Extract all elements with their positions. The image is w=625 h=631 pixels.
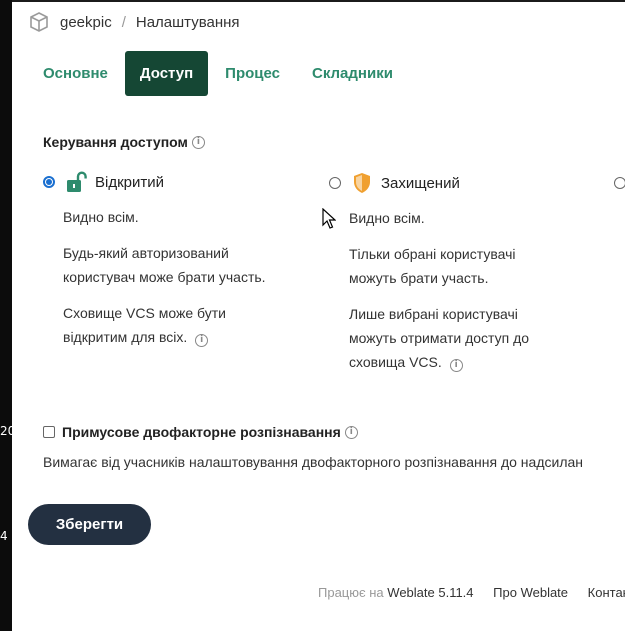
info-icon[interactable]: i bbox=[344, 425, 358, 439]
window-edge: 20 4 bbox=[0, 0, 16, 631]
twofa-label: Примусове двофакторне розпізнавання bbox=[62, 424, 341, 440]
top-border bbox=[12, 0, 625, 2]
option-public-label: Відкритий bbox=[95, 173, 165, 191]
project-box-icon bbox=[28, 11, 50, 33]
description-line: Тільки обрані користувачі можуть брати у… bbox=[349, 246, 516, 286]
edge-text: 20 bbox=[0, 424, 16, 438]
twofa-row[interactable]: Примусове двофакторне розпізнавання i bbox=[43, 424, 358, 440]
access-control-title: Керування доступом i bbox=[43, 134, 205, 150]
description-line: Лише вибрані користувачі можуть отримати… bbox=[349, 306, 530, 370]
tab-workflow[interactable]: Процес bbox=[210, 51, 295, 96]
option-public-description: Видно всім. Будь-який авторизований кори… bbox=[63, 205, 293, 361]
info-icon[interactable]: i bbox=[191, 135, 205, 149]
footer: Працює на Weblate 5.11.4 Про Weblate Кон… bbox=[318, 585, 625, 600]
footer-contact-link[interactable]: Контак bbox=[588, 585, 625, 600]
breadcrumb-current-page: Налаштування bbox=[135, 13, 240, 31]
footer-about-link[interactable]: Про Weblate bbox=[493, 585, 568, 600]
tab-general[interactable]: Основне bbox=[28, 51, 123, 96]
save-button[interactable]: Зберегти bbox=[28, 504, 151, 545]
twofa-checkbox[interactable] bbox=[43, 426, 55, 438]
edge-text: 4 bbox=[0, 529, 8, 543]
mouse-cursor-icon bbox=[322, 208, 336, 229]
radio-public[interactable] bbox=[43, 176, 55, 188]
shield-icon bbox=[351, 172, 373, 194]
breadcrumb-project-link[interactable]: geekpic bbox=[60, 14, 112, 31]
lock-open-icon bbox=[65, 171, 87, 193]
breadcrumb-separator: / bbox=[121, 13, 126, 31]
access-option-public[interactable]: Відкритий bbox=[43, 170, 164, 194]
option-protected-label: Захищений bbox=[381, 174, 460, 192]
footer-version-link[interactable]: Weblate 5.11.4 bbox=[387, 585, 473, 600]
description-line: Будь-який авторизований користувач може … bbox=[63, 245, 266, 285]
breadcrumb: geekpic / Налаштування bbox=[28, 10, 240, 34]
option-protected-description: Видно всім. Тільки обрані користувачі мо… bbox=[349, 206, 564, 386]
radio-private[interactable] bbox=[614, 177, 625, 189]
access-option-protected[interactable]: Захищений bbox=[329, 171, 460, 195]
settings-tabs: Основне Доступ Процес Складники bbox=[28, 51, 410, 96]
description-line: Видно всім. bbox=[63, 209, 139, 225]
access-option-private[interactable] bbox=[614, 171, 625, 195]
access-control-label: Керування доступом bbox=[43, 134, 188, 150]
description-line: Видно всім. bbox=[349, 210, 425, 226]
tab-components[interactable]: Складники bbox=[297, 51, 408, 96]
info-icon[interactable]: i bbox=[449, 359, 463, 372]
footer-powered-by: Працює на bbox=[318, 585, 384, 600]
twofa-description: Вимагає від учасників налаштовування дво… bbox=[43, 454, 584, 470]
info-icon[interactable]: i bbox=[195, 334, 209, 347]
tab-access[interactable]: Доступ bbox=[124, 51, 209, 96]
radio-protected[interactable] bbox=[329, 177, 341, 189]
